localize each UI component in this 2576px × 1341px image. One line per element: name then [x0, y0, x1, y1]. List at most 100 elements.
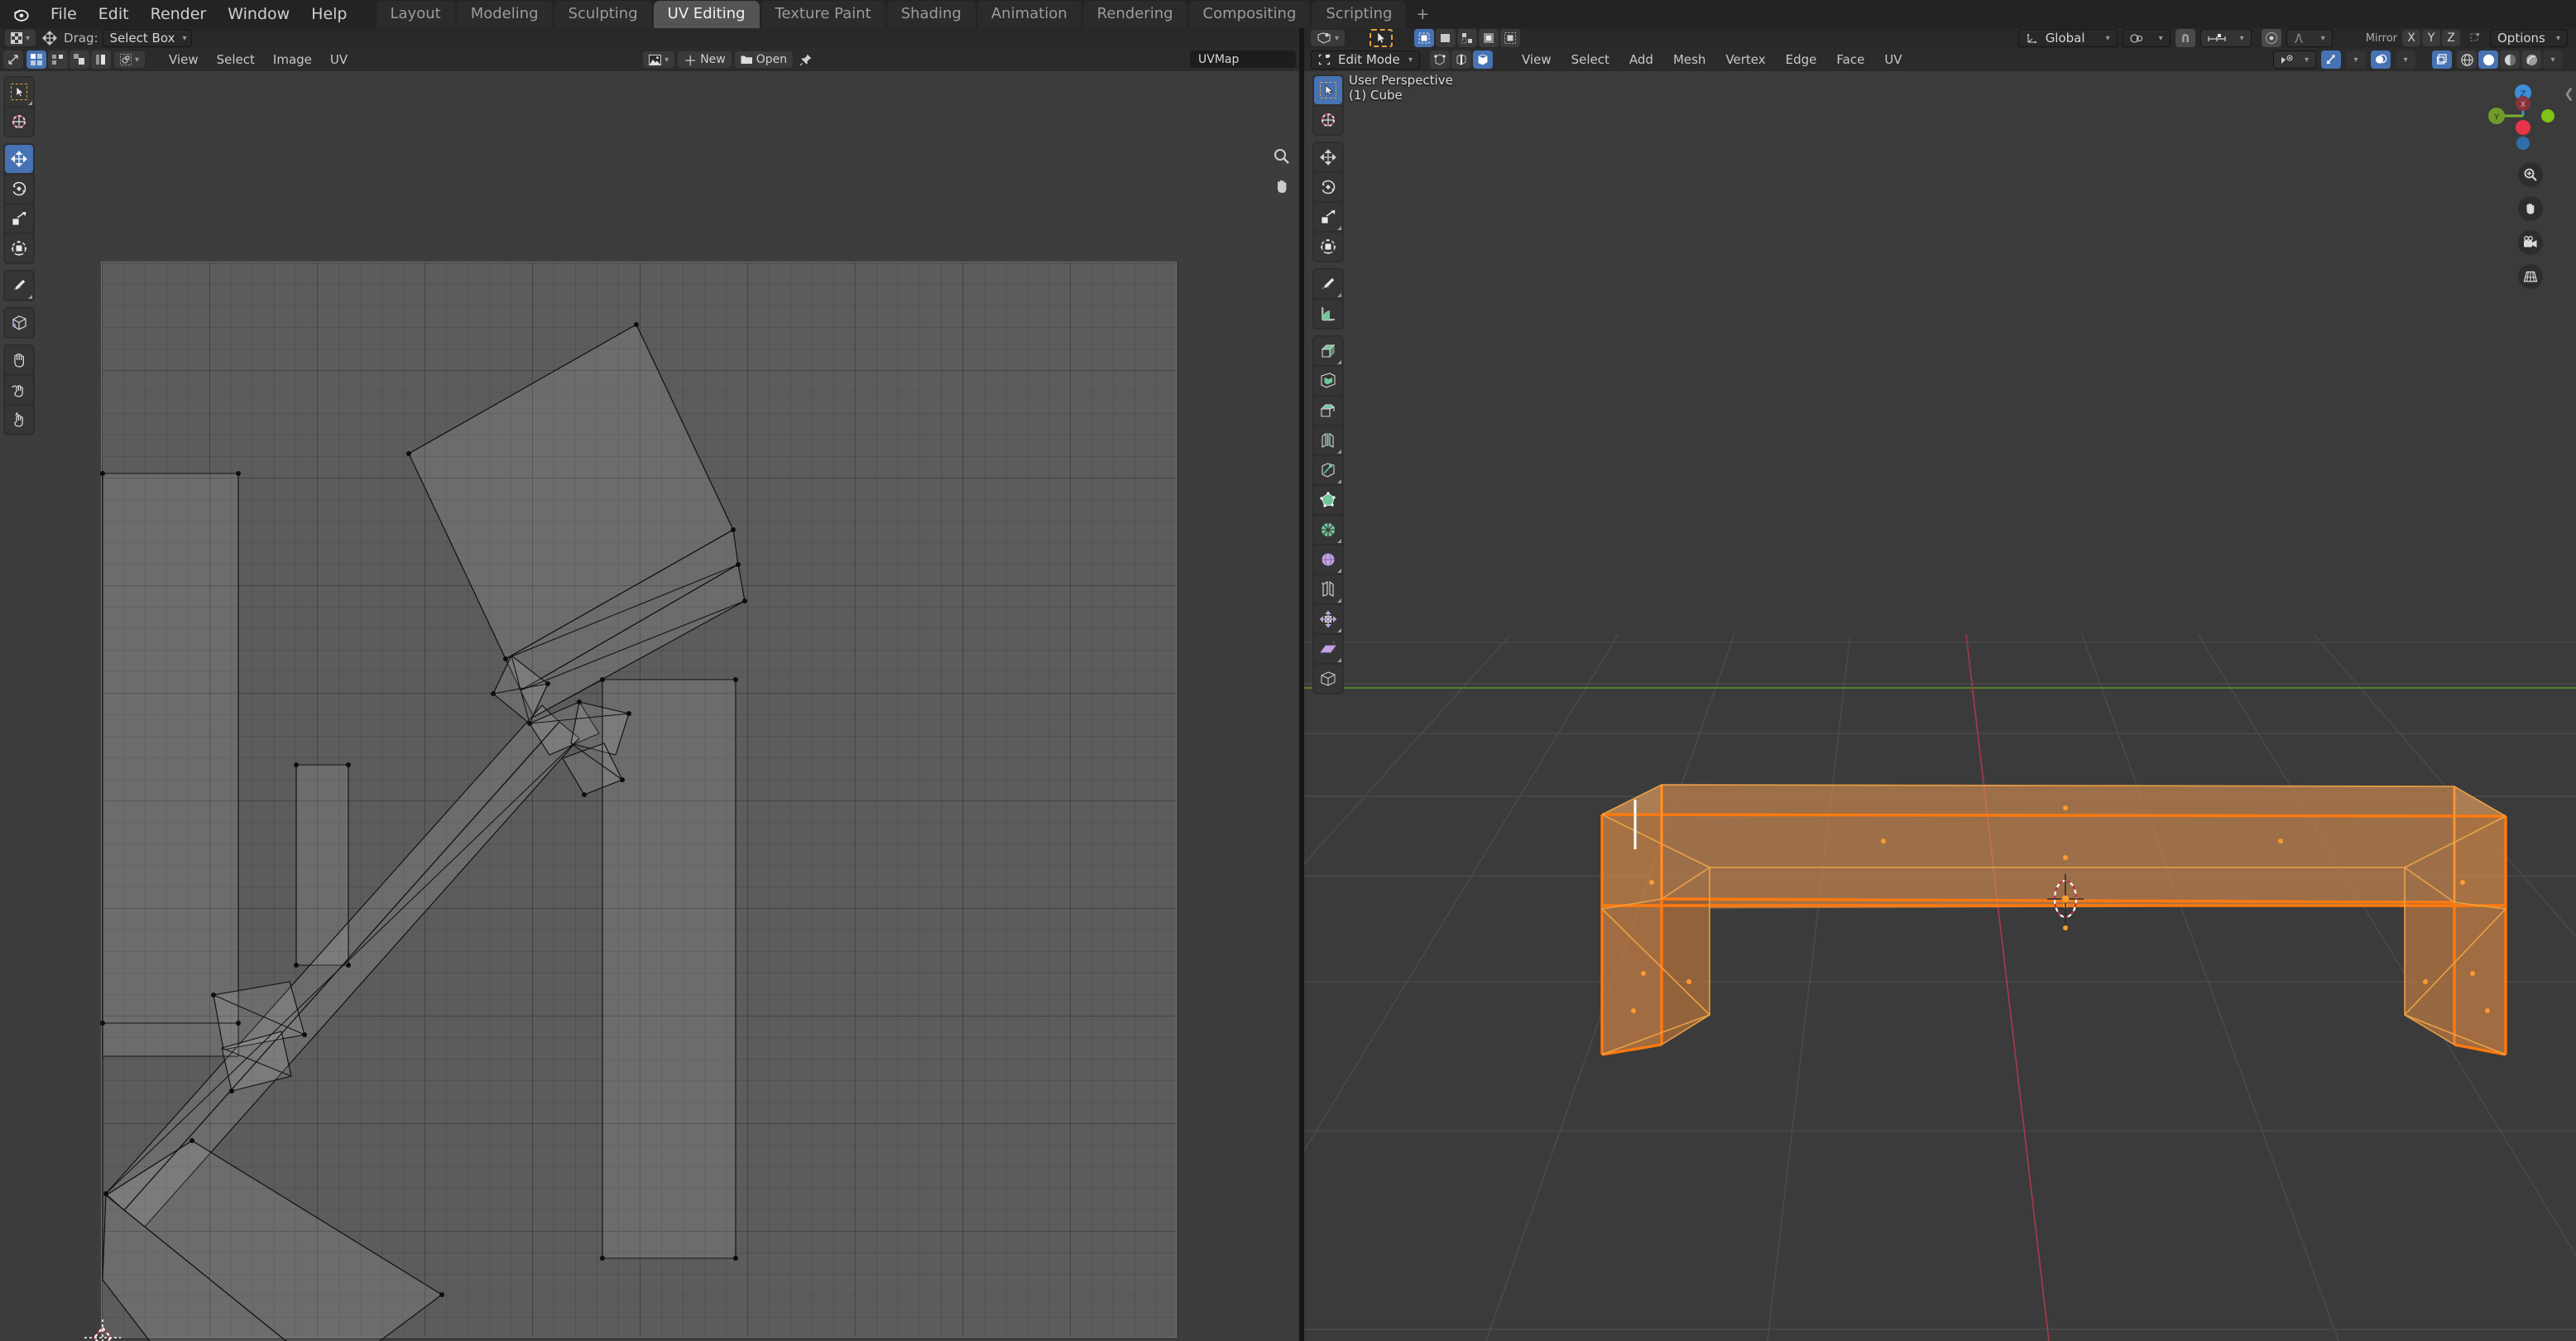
navigation-gizmo[interactable]: Z Y X [2483, 76, 2563, 156]
uv-select-vertex-button[interactable] [26, 50, 46, 69]
open-image-button[interactable]: Open [734, 51, 794, 68]
vp-tool-rotate[interactable] [1314, 173, 1342, 201]
uv-select-edge-button[interactable] [48, 50, 68, 69]
uv-hand-pan-icon[interactable] [1271, 175, 1293, 197]
vp-tool-knife[interactable] [1314, 456, 1342, 484]
menu-help[interactable]: Help [300, 2, 357, 26]
vp-tool-spin[interactable] [1314, 516, 1342, 544]
vp-tool-loop-cut[interactable] [1314, 426, 1342, 454]
uv-menu-uv[interactable]: UV [323, 50, 355, 69]
toggle-xray-button[interactable] [2432, 50, 2452, 69]
uv-tool-rotate[interactable] [5, 175, 33, 203]
shading-wireframe-button[interactable] [2457, 50, 2477, 69]
workspace-tab-texture-paint[interactable]: Texture Paint [760, 1, 885, 28]
viewport-editor-type-button[interactable]: ▾ [1311, 30, 1346, 46]
active-tool-indicator[interactable] [1370, 29, 1394, 47]
mesh-select-edge-button[interactable] [1451, 50, 1471, 69]
viewport-menu-uv[interactable]: UV [1877, 50, 1909, 69]
uvmap-name-field[interactable]: UVMap [1190, 50, 1296, 68]
gizmo-toggle-button[interactable] [2321, 50, 2341, 69]
workspace-tab-modeling[interactable]: Modeling [456, 1, 553, 28]
viewport-perspective-toggle[interactable] [2518, 264, 2543, 289]
vp-tool-cursor[interactable] [1314, 106, 1342, 134]
pin-image-button[interactable] [796, 50, 816, 69]
workspace-tab-animation[interactable]: Animation [976, 1, 1082, 28]
vp-tool-inset-faces[interactable] [1314, 367, 1342, 395]
viewport-menu-edge[interactable]: Edge [1778, 50, 1825, 69]
pivot-point-dropdown[interactable]: ▾ [2122, 29, 2171, 47]
viewport-menu-mesh[interactable]: Mesh [1666, 50, 1714, 69]
vp-tool-extrude[interactable] [1314, 337, 1342, 365]
viewport-zoom-button[interactable] [2518, 162, 2543, 187]
uv-zoom-icon[interactable] [1271, 146, 1293, 167]
transform-orientation-dropdown[interactable]: Global ▾ [2017, 29, 2118, 47]
vp-tool-move[interactable] [1314, 143, 1342, 171]
xray-mirror-button[interactable] [2465, 29, 2485, 47]
menu-window[interactable]: Window [217, 2, 300, 26]
uv-tool-rip-region[interactable] [5, 309, 33, 337]
workspace-tab-rendering[interactable]: Rendering [1082, 1, 1187, 28]
workspace-tab-layout[interactable]: Layout [376, 1, 455, 28]
workspace-tab-scripting[interactable]: Scripting [1312, 1, 1407, 28]
workspace-tab-shading[interactable]: Shading [886, 1, 976, 28]
viewport-pan-button[interactable] [2518, 196, 2543, 221]
menu-edit[interactable]: Edit [88, 2, 140, 26]
uv-image-canvas[interactable] [101, 262, 1177, 1338]
uv-menu-view[interactable]: View [161, 50, 206, 69]
uv-editor-type-button[interactable]: ▾ [5, 30, 36, 46]
snap-toggle-button[interactable] [2175, 29, 2195, 47]
mesh-select-face-button[interactable] [1473, 50, 1493, 69]
uv-tool-annotate[interactable] [5, 272, 33, 300]
uv-tool-relax[interactable] [5, 376, 33, 404]
vp-tool-measure[interactable] [1314, 300, 1342, 328]
viewport-menu-vertex[interactable]: Vertex [1718, 50, 1772, 69]
vp-tool-poly-build[interactable] [1314, 486, 1342, 514]
viewport-3d-area[interactable]: User Perspective (1) Cube Z Y X ❮ [1304, 71, 2576, 1341]
visibility-filter-dropdown[interactable]: ▾ [2273, 50, 2316, 69]
uv-tool-transform[interactable] [5, 234, 33, 262]
workspace-tab-uv-editing[interactable]: UV Editing [653, 1, 760, 28]
workspace-tab-compositing[interactable]: Compositing [1188, 1, 1311, 28]
uv-select-face-button[interactable] [70, 50, 89, 69]
new-image-button[interactable]: ＋ New [678, 51, 732, 69]
menu-render[interactable]: Render [140, 2, 218, 26]
image-browse-button[interactable]: ▾ [643, 51, 675, 68]
overlays-options-button[interactable]: ▾ [2396, 50, 2415, 69]
vp-tool-bevel[interactable] [1314, 397, 1342, 425]
pivot-individual-button[interactable] [1457, 29, 1478, 47]
workspace-tab-sculpting[interactable]: Sculpting [554, 1, 652, 28]
viewport-menu-face[interactable]: Face [1829, 50, 1872, 69]
uv-menu-image[interactable]: Image [266, 50, 319, 69]
options-dropdown[interactable]: Options ▾ [2490, 29, 2568, 47]
menu-file[interactable]: File [40, 2, 88, 26]
vp-tool-transform[interactable] [1314, 233, 1342, 261]
viewport-menu-view[interactable]: View [1514, 50, 1559, 69]
mirror-z-button[interactable]: Z [2442, 30, 2460, 46]
proportional-editing-button[interactable] [2261, 29, 2281, 47]
add-workspace-button[interactable]: + [1408, 0, 1437, 28]
vp-tool-shrink-fatten[interactable] [1314, 605, 1342, 633]
mirror-y-button[interactable]: Y [2422, 30, 2440, 46]
uv-menu-select[interactable]: Select [209, 50, 262, 69]
pivot-bounding-box-button[interactable] [1414, 29, 1435, 47]
shading-options-button[interactable]: ▾ [2543, 50, 2563, 69]
uv-sync-selection-button[interactable] [3, 50, 23, 69]
mirror-x-button[interactable]: X [2402, 30, 2420, 46]
vp-tool-annotate[interactable] [1314, 270, 1342, 298]
selected-mesh-object[interactable] [1304, 71, 2576, 1341]
overlays-toggle-button[interactable] [2371, 50, 2391, 69]
uv-select-island-button[interactable] [91, 50, 111, 69]
falloff-dropdown[interactable]: ▾ [2286, 29, 2333, 47]
uv-tool-move[interactable] [5, 145, 33, 173]
vp-tool-scale[interactable] [1314, 203, 1342, 231]
uv-tool-cursor[interactable] [5, 108, 33, 136]
gizmo-options-button[interactable]: ▾ [2346, 50, 2366, 69]
interaction-mode-dropdown[interactable]: Edit Mode ▾ [1311, 50, 1420, 70]
uv-tool-grab[interactable] [5, 346, 33, 374]
vp-tool-shear[interactable] [1314, 635, 1342, 663]
uv-tool-scale[interactable] [5, 204, 33, 233]
shading-material-button[interactable] [2500, 50, 2520, 69]
pivot-active-button[interactable] [1500, 29, 1521, 47]
shading-solid-button[interactable] [2478, 50, 2498, 69]
drag-mode-dropdown[interactable]: Select Box ▾ [102, 29, 192, 47]
